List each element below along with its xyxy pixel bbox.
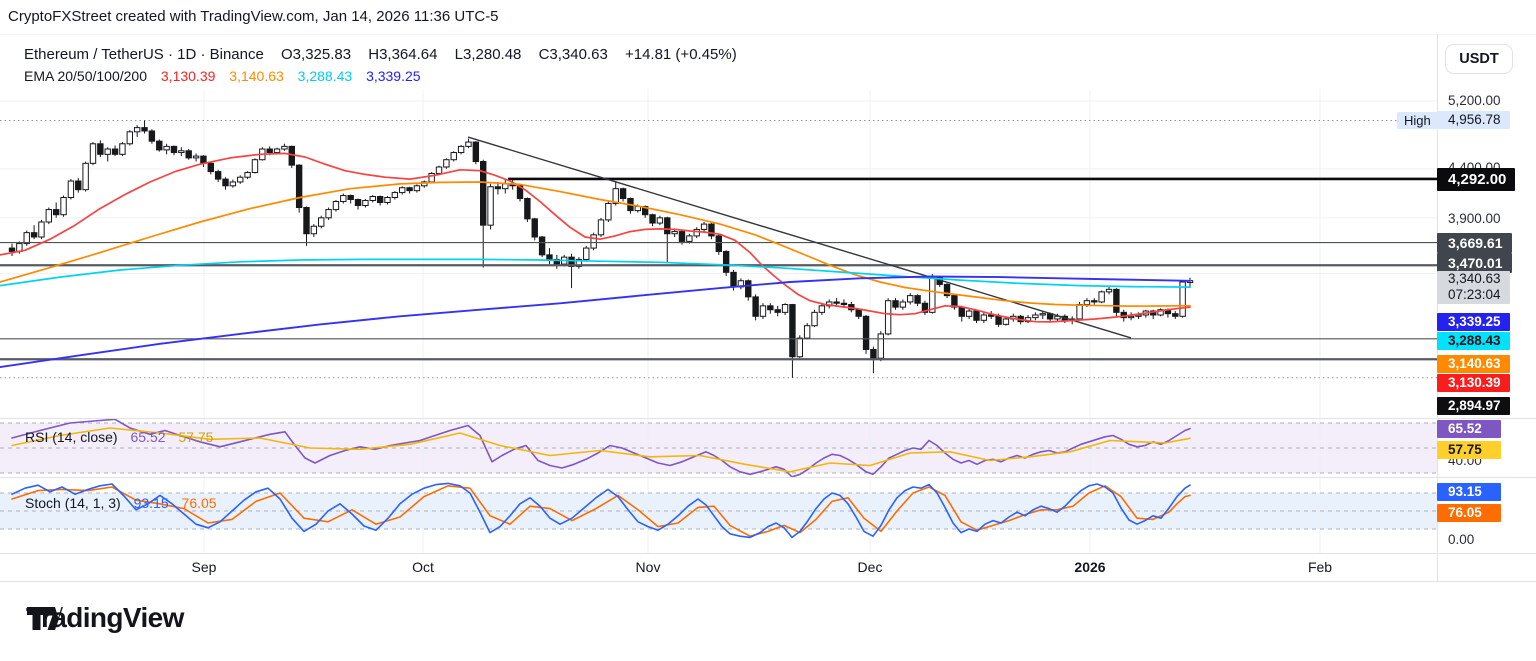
time-axis-label-feb[interactable]: Feb bbox=[1308, 559, 1332, 575]
rsi-ma-value: 57.75 bbox=[178, 429, 213, 445]
ema-indicator-legend[interactable]: EMA 20/50/100/200 3,130.39 3,140.63 3,28… bbox=[24, 68, 431, 84]
price-label-chip: 93.15 bbox=[1437, 483, 1501, 501]
ema-lines bbox=[0, 153, 1190, 367]
ema100-value: 3,288.43 bbox=[298, 68, 353, 84]
ohlc-change: +14.81 (+0.45%) bbox=[625, 46, 737, 63]
price-label-chip: 4,292.00 bbox=[1437, 168, 1515, 191]
time-axis-label-oct[interactable]: Oct bbox=[412, 559, 434, 575]
price-scale-value: 3,900.00 bbox=[1437, 211, 1536, 226]
time-axis-label-sep[interactable]: Sep bbox=[192, 559, 217, 575]
price-label-chip: 57.75 bbox=[1437, 441, 1501, 459]
stoch-d-value: 76.05 bbox=[182, 495, 217, 511]
time-axis[interactable]: Sep Oct Nov Dec 2026 Feb bbox=[0, 554, 1437, 581]
ohlc-open: O3,325.83 bbox=[281, 46, 351, 63]
credit-line: CryptoFXStreet created with TradingView.… bbox=[8, 8, 499, 25]
rsi-indicator-legend[interactable]: RSI (14, close) 65.52 57.75 bbox=[25, 429, 222, 445]
ema-label: EMA 20/50/100/200 bbox=[24, 68, 147, 84]
stoch-label: Stoch (14, 1, 3) bbox=[25, 495, 121, 511]
price-label-chip: 65.52 bbox=[1437, 420, 1501, 438]
gridlines bbox=[0, 90, 1437, 553]
ohlc-close: C3,340.63 bbox=[539, 46, 608, 63]
price-label-chip: 3,288.43 bbox=[1437, 332, 1510, 350]
price-scale-value: 5,200.00 bbox=[1437, 93, 1536, 108]
price-label-chip: 3,130.39 bbox=[1437, 374, 1510, 392]
tradingview-chart-page: CryptoFXStreet created with TradingView.… bbox=[0, 0, 1536, 661]
ema200-value: 3,339.25 bbox=[366, 68, 421, 84]
rsi-label: RSI (14, close) bbox=[25, 429, 118, 445]
time-axis-label-2026[interactable]: 2026 bbox=[1074, 559, 1105, 575]
price-label-chip: 3,140.63 bbox=[1437, 355, 1510, 373]
price-label-chip: 3,340.6307:23:04 bbox=[1437, 271, 1510, 304]
tradingview-watermark[interactable]: TradingView bbox=[26, 602, 184, 634]
symbol-legend[interactable]: Ethereum / TetherUS · 1D · Binance O3,32… bbox=[24, 46, 750, 63]
time-axis-label-nov[interactable]: Nov bbox=[636, 559, 661, 575]
high-marker-label: High bbox=[1397, 112, 1438, 129]
ema50-value: 3,140.63 bbox=[229, 68, 284, 84]
price-label-chip: 2,894.97 bbox=[1437, 397, 1510, 415]
ema200-line bbox=[0, 277, 1190, 368]
stoch-indicator-legend[interactable]: Stoch (14, 1, 3) 93.15 76.05 bbox=[25, 495, 226, 511]
ema20-value: 3,130.39 bbox=[161, 68, 216, 84]
price-label-chip: 76.05 bbox=[1437, 504, 1501, 522]
tradingview-logo-icon bbox=[26, 602, 64, 635]
ohlc-high: H3,364.64 bbox=[368, 46, 437, 63]
price-scale-value: 0.00 bbox=[1437, 532, 1536, 547]
ohlc-low: L3,280.48 bbox=[455, 46, 522, 63]
price-scale[interactable]: 5,200.004,400.003,900.0040.000.004,956.7… bbox=[1437, 33, 1536, 581]
price-label-chip: 4,956.78 bbox=[1437, 111, 1510, 129]
price-label-chip: 3,339.25 bbox=[1437, 313, 1510, 331]
price-label-chip: 3,669.61 bbox=[1437, 233, 1512, 253]
time-axis-label-dec[interactable]: Dec bbox=[858, 559, 883, 575]
symbol-title: Ethereum / TetherUS · 1D · Binance bbox=[24, 46, 264, 63]
rsi-value: 65.52 bbox=[130, 429, 165, 445]
stoch-k-value: 93.15 bbox=[134, 495, 169, 511]
